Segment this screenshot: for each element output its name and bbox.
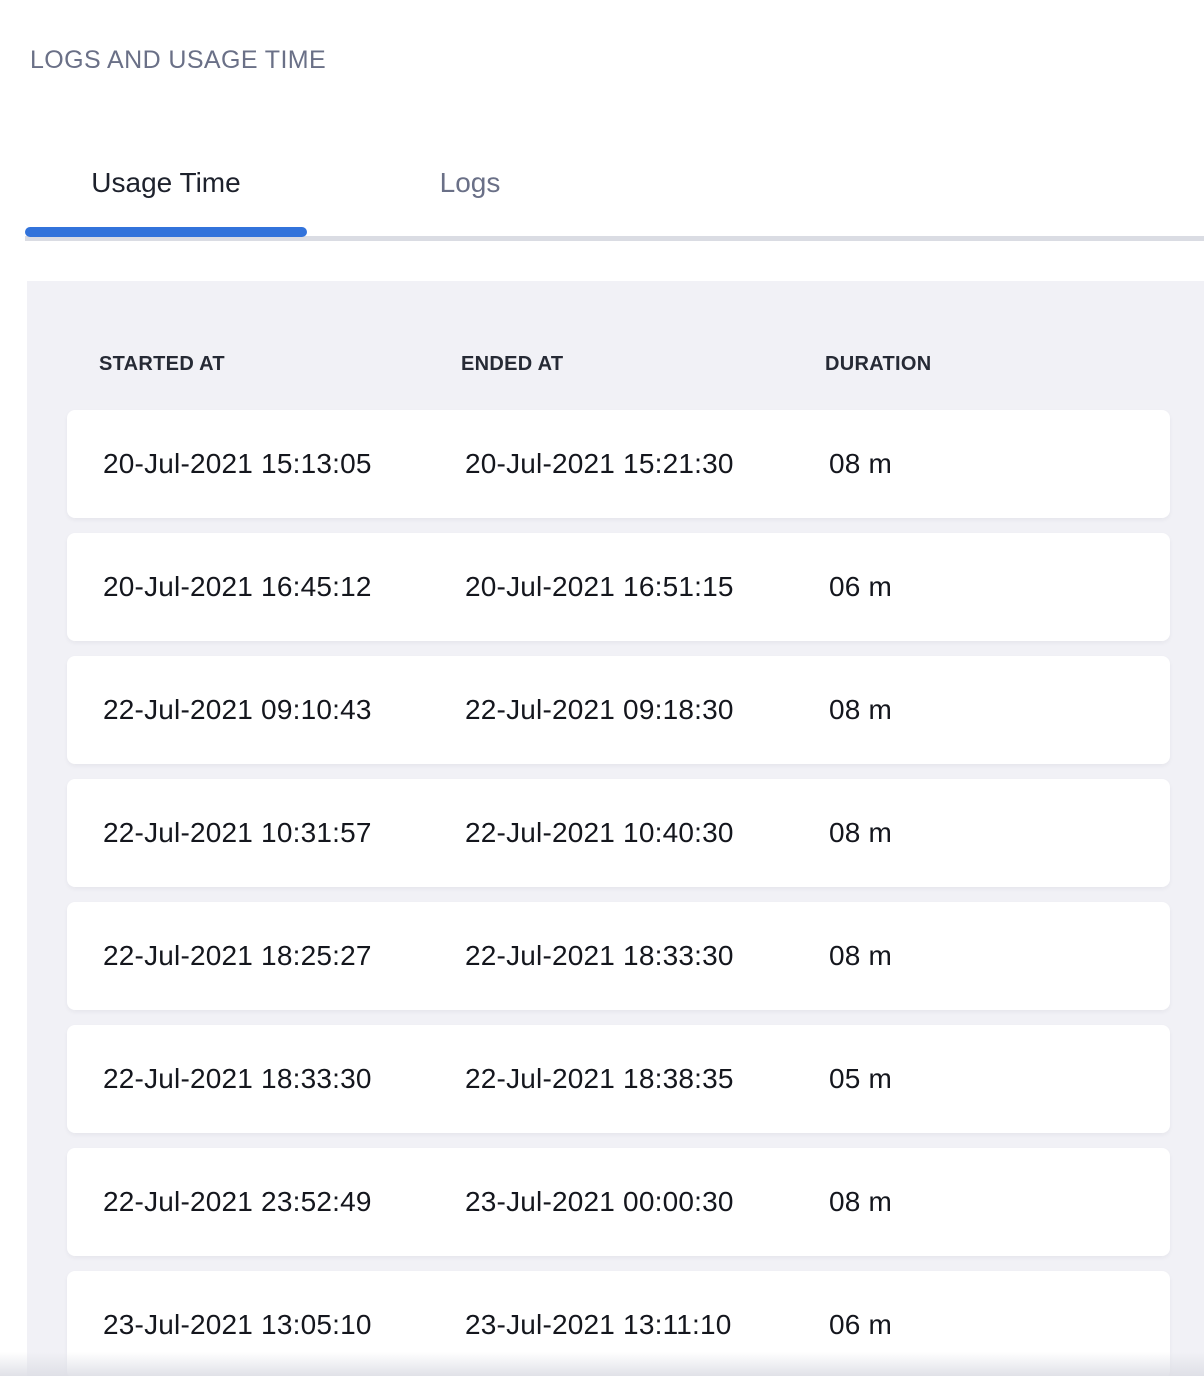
usage-time-table: STARTED AT ENDED AT DURATION 20-Jul-2021… [27, 281, 1204, 1376]
table-header-row: STARTED AT ENDED AT DURATION [67, 351, 1170, 377]
cell-started-at: 20-Jul-2021 16:45:12 [103, 571, 465, 603]
table-row: 22-Jul-2021 23:52:49 23-Jul-2021 00:00:3… [67, 1148, 1170, 1256]
cell-started-at: 20-Jul-2021 15:13:05 [103, 448, 465, 480]
cell-ended-at: 22-Jul-2021 09:18:30 [465, 694, 829, 726]
cell-ended-at: 23-Jul-2021 13:11:10 [465, 1309, 829, 1341]
table-row: 22-Jul-2021 10:31:57 22-Jul-2021 10:40:3… [67, 779, 1170, 887]
cell-duration: 08 m [829, 940, 1170, 972]
cell-ended-at: 22-Jul-2021 18:33:30 [465, 940, 829, 972]
cell-ended-at: 20-Jul-2021 15:21:30 [465, 448, 829, 480]
tab-logs[interactable]: Logs [307, 168, 633, 198]
cell-duration: 08 m [829, 817, 1170, 849]
cell-ended-at: 20-Jul-2021 16:51:15 [465, 571, 829, 603]
cell-duration: 08 m [829, 1186, 1170, 1218]
column-header-ended-at: ENDED AT [461, 353, 825, 376]
cell-started-at: 23-Jul-2021 13:05:10 [103, 1309, 465, 1341]
column-header-started-at: STARTED AT [99, 353, 461, 376]
cell-ended-at: 22-Jul-2021 10:40:30 [465, 817, 829, 849]
usage-time-panel: STARTED AT ENDED AT DURATION 20-Jul-2021… [27, 281, 1204, 1376]
cell-duration: 06 m [829, 1309, 1170, 1341]
table-row: 23-Jul-2021 13:05:10 23-Jul-2021 13:11:1… [67, 1271, 1170, 1376]
active-tab-indicator [25, 227, 307, 237]
cell-started-at: 22-Jul-2021 10:31:57 [103, 817, 465, 849]
table-row: 20-Jul-2021 15:13:05 20-Jul-2021 15:21:3… [67, 410, 1170, 518]
cell-started-at: 22-Jul-2021 23:52:49 [103, 1186, 465, 1218]
column-header-duration: DURATION [825, 353, 1170, 376]
page-title: LOGS AND USAGE TIME [30, 46, 326, 75]
cell-started-at: 22-Jul-2021 09:10:43 [103, 694, 465, 726]
cell-duration: 06 m [829, 571, 1170, 603]
table-row: 22-Jul-2021 18:25:27 22-Jul-2021 18:33:3… [67, 902, 1170, 1010]
cell-ended-at: 22-Jul-2021 18:38:35 [465, 1063, 829, 1095]
table-row: 20-Jul-2021 16:45:12 20-Jul-2021 16:51:1… [67, 533, 1170, 641]
table-row: 22-Jul-2021 18:33:30 22-Jul-2021 18:38:3… [67, 1025, 1170, 1133]
cell-duration: 05 m [829, 1063, 1170, 1095]
cell-ended-at: 23-Jul-2021 00:00:30 [465, 1186, 829, 1218]
cell-started-at: 22-Jul-2021 18:33:30 [103, 1063, 465, 1095]
tab-bar: Usage Time Logs [0, 168, 1204, 241]
tab-usage-time[interactable]: Usage Time [25, 168, 307, 198]
table-row: 22-Jul-2021 09:10:43 22-Jul-2021 09:18:3… [67, 656, 1170, 764]
cell-duration: 08 m [829, 694, 1170, 726]
cell-duration: 08 m [829, 448, 1170, 480]
cell-started-at: 22-Jul-2021 18:25:27 [103, 940, 465, 972]
